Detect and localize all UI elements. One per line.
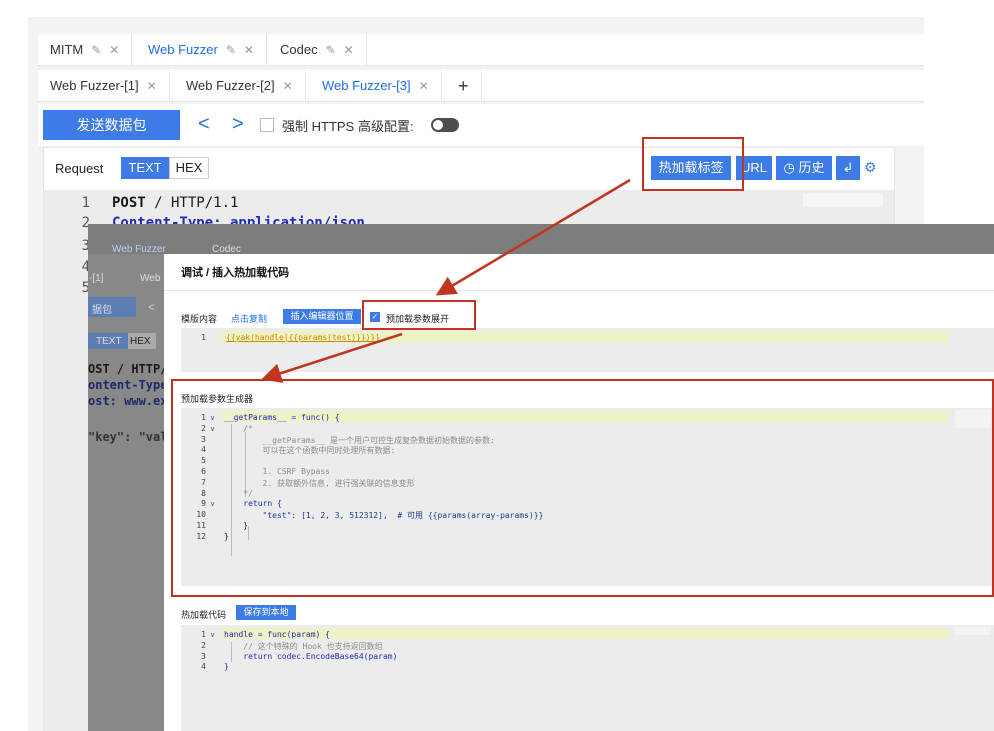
- annotation-arrows: [261, 178, 631, 383]
- arrow-to-expand: [435, 178, 631, 296]
- arrow-to-generator: [261, 332, 403, 383]
